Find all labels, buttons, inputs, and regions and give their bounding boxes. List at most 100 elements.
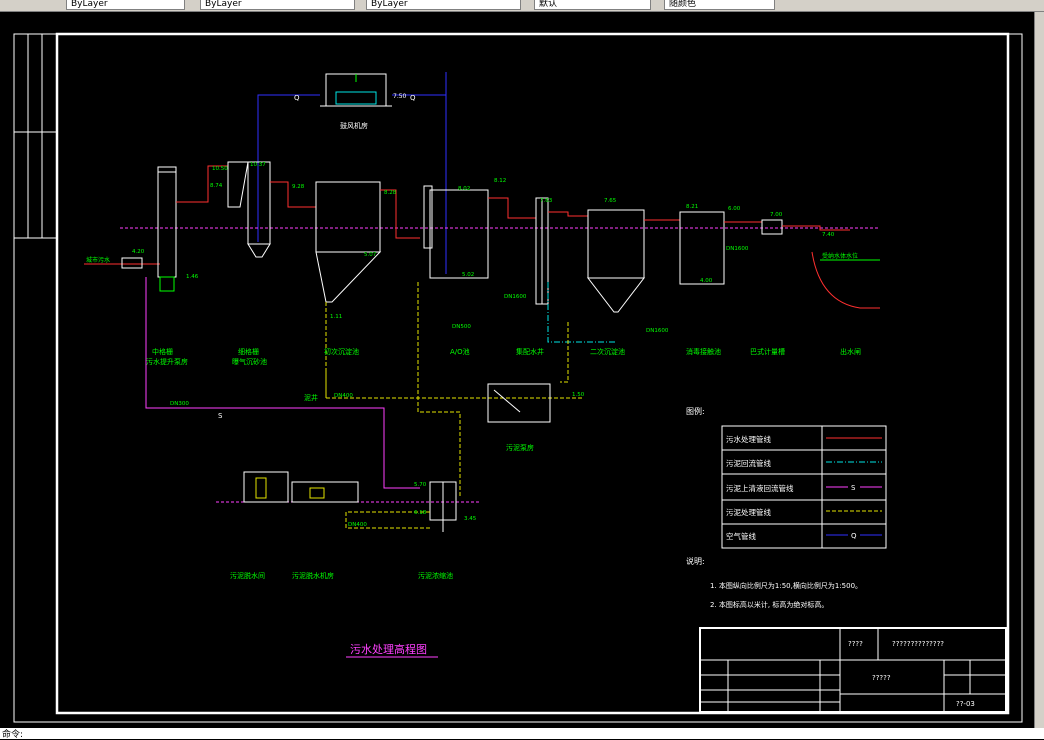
titleblock-top-right: ?????????????? [892,640,944,648]
drawing-title: 污水处理高程图 [350,642,427,656]
unit-label-8: 出水闸 [840,347,861,356]
secondary-clarifier [586,209,646,313]
drawing-canvas[interactable]: 鼓风机房 Q Q 7.50 城市污水 受纳水体水位 S 中格栅 污水提升泵房 细… [0,12,1034,728]
chevron-down-icon[interactable] [354,0,362,10]
svg-text:8.02: 8.02 [458,186,470,192]
note-item-1: 2. 本图标高以米计, 标高为绝对标高。 [710,600,828,609]
titleblock-center: ????? [872,674,891,682]
air-line [257,72,447,274]
chevron-down-icon[interactable] [774,0,782,10]
svg-text:7.40: 7.40 [822,232,835,238]
layer-dropdown[interactable]: ByLayer [66,0,192,10]
svg-text:4.20: 4.20 [132,249,145,255]
svg-text:5.07: 5.07 [364,252,377,258]
note-item-0: 1. 本图纵向比例尺为1:50,横向比例尺为1:500。 [710,581,862,590]
elev-label: 7.50 [393,93,407,100]
unit-label-6: 消毒接触池 [686,347,721,356]
command-line[interactable]: 命令: [0,728,1044,740]
svg-text:8.28: 8.28 [384,190,397,196]
return-line [547,282,616,343]
binding-strip [13,34,57,239]
blower-label: 鼓风机房 [340,121,368,130]
unit-label-1b: 曝气沉砂池 [232,357,267,366]
lower-label-2: 污泥浓缩池 [418,571,453,580]
svg-text:4.00: 4.00 [700,278,713,284]
inlet-label: 城市污水 [86,256,110,264]
plotstyle-value: 随颜色 [669,0,697,9]
svg-text:1.11: 1.11 [330,314,342,320]
water-pipe [488,197,536,219]
parshall-flume [761,219,783,235]
sludge-pump-house [487,383,551,423]
svg-text:1.46: 1.46 [186,274,199,280]
contact-tank [679,211,725,285]
vertical-scrollbar[interactable] [1034,12,1044,728]
legend-label-4: 空气管线 [726,531,756,541]
svg-text:3.45: 3.45 [464,516,477,522]
svg-text:9.28: 9.28 [292,184,305,190]
blower-house [320,73,392,107]
svg-text:6.00: 6.00 [728,206,741,212]
legend-title: 图例: [686,406,705,416]
svg-text:DN400: DN400 [348,522,367,528]
svg-text:DN1600: DN1600 [726,246,749,252]
svg-text:5.70: 5.70 [414,482,427,488]
svg-text:DN500: DN500 [452,324,471,330]
unit-label-0b: 污水提升泵房 [146,357,188,366]
svg-text:DN300: DN300 [170,401,189,407]
elevation-labels: 10.50 10.37 8.74 9.28 8.28 8.02 8.12 7.6… [132,162,835,528]
legend-label-2: 污泥上清液回流管线 [726,483,794,493]
svg-text:10.50: 10.50 [212,166,228,172]
sludge-line [417,282,461,496]
svg-text:7.00: 7.00 [770,212,783,218]
lower-label-3: 污泥泵房 [506,443,534,452]
unit-label-2: 初次沉淀池 [324,347,359,356]
primary-clarifier [315,181,382,303]
distribution-well [535,197,549,305]
color-dropdown[interactable]: ByLayer [200,0,362,10]
unit-label-3: A/O池 [450,347,470,356]
air-q-label: Q [294,94,300,102]
legend-label-3: 污泥处理管线 [726,507,771,517]
properties-toolbar: ByLayer ByLayer ByLayer 默认 随颜色 [0,0,1044,12]
outer-frame [13,33,1023,723]
svg-text:7.65: 7.65 [604,198,617,204]
svg-text:8.74: 8.74 [210,183,223,189]
plotstyle-dropdown[interactable]: 随颜色 [664,0,782,10]
lineweight-dropdown[interactable]: 默认 [534,0,658,10]
pump-house [157,166,177,292]
layer-value: ByLayer [71,0,108,9]
svg-text:8.21: 8.21 [686,204,698,210]
svg-text:DN1600: DN1600 [504,294,527,300]
svg-text:DN1600: DN1600 [646,328,669,334]
svg-text:5.02: 5.02 [462,272,474,278]
svg-text:6.18: 6.18 [414,510,427,516]
svg-text:7.63: 7.63 [540,198,553,204]
svg-text:DN400: DN400 [334,393,353,399]
linetype-value: ByLayer [371,0,408,9]
chevron-down-icon[interactable] [650,0,658,10]
lineweight-value: 默认 [539,0,558,9]
legend-table: 污水处理管线 污泥回流管线 污泥上清液回流管线 S 污泥处理管线 空气管线 Q [721,425,887,549]
unit-label-5: 二次沉淀池 [590,347,625,356]
ao-tank [423,185,489,279]
unit-label-4: 集配水井 [516,347,544,356]
inner-frame [55,32,1010,715]
legend-symbol-4: Q [851,532,857,540]
dewatering-room [243,471,359,503]
supernatant-s-label: S [218,412,223,420]
chevron-down-icon[interactable] [184,0,192,10]
notes-title: 说明: [686,556,705,566]
unit-label-1: 细格栅 [238,347,259,356]
color-value: ByLayer [205,0,242,9]
titleblock-code: ??-03 [956,700,975,708]
titleblock-top-left: ???? [848,640,863,648]
supernatant-line [145,277,420,489]
svg-text:8.12: 8.12 [494,178,506,184]
unit-label-0: 中格栅 [152,347,173,356]
svg-text:1.50: 1.50 [572,392,585,398]
linetype-dropdown[interactable]: ByLayer [366,0,528,10]
chevron-down-icon[interactable] [520,0,528,10]
lower-label-4: 泥井 [304,393,318,402]
command-prompt: 命令: [2,730,24,740]
